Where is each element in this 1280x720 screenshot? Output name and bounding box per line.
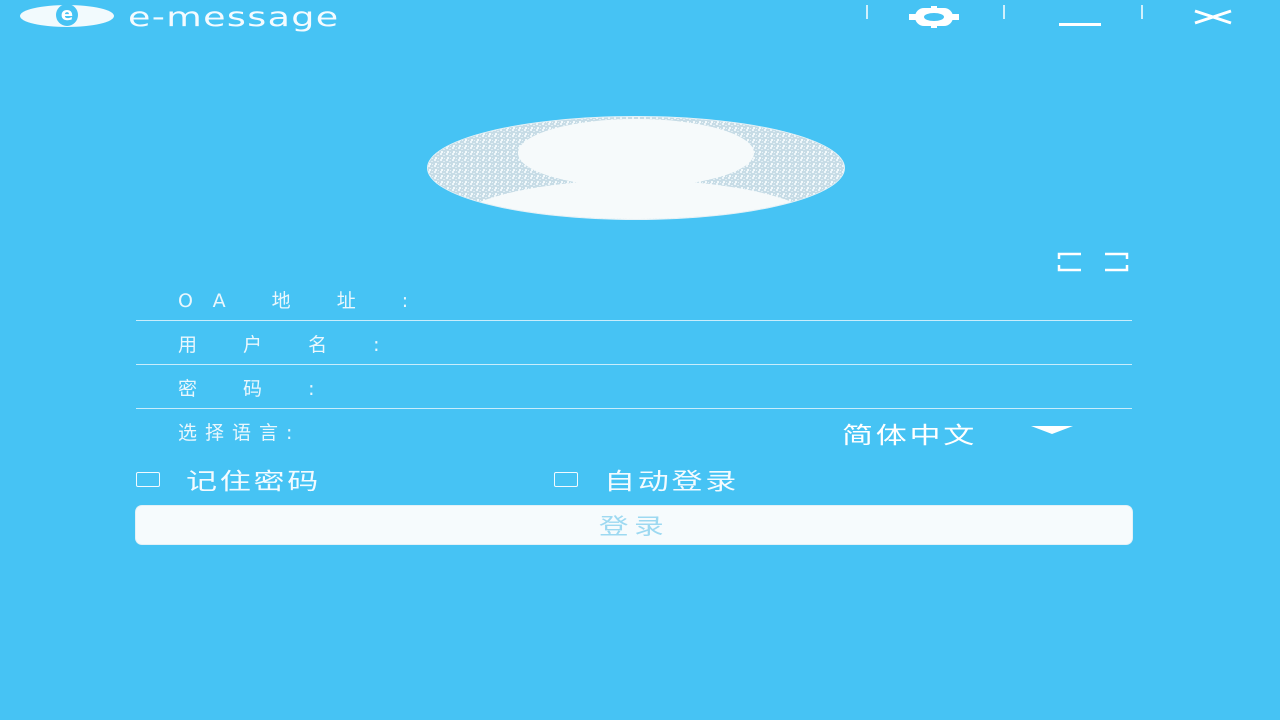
settings-button[interactable] [898,2,970,32]
logo-letter: e [56,4,78,26]
login-window: e e-message OA 地 址: 用 户 名: 密 码: 选择语言:… [0,0,1280,720]
password-input[interactable] [486,370,1090,402]
language-selected-value: 简体中文 [842,423,977,449]
username-row: 用 户 名 : [136,320,1132,365]
expand-icon [1057,252,1129,272]
oa-address-label: OA 地 址 : [178,290,429,312]
oa-address-row: OA 地 址 : [136,276,1132,321]
app-title: e-message [128,2,340,33]
minimize-button[interactable] [1052,2,1108,32]
close-icon [1194,9,1232,25]
minimize-icon [1059,23,1101,26]
title-bar[interactable]: e e-message [0,0,1280,36]
username-label: 用 户 名 : [178,334,400,356]
remember-password-option[interactable]: 记住密码 [136,466,318,495]
login-button[interactable]: 登录 [136,506,1132,544]
remember-password-checkbox[interactable] [136,471,160,487]
language-label: 选择语言: [178,422,301,444]
expand-button[interactable] [1057,252,1129,272]
password-label: 密 码 : [178,378,335,400]
gear-icon [909,6,959,28]
title-bar-separator [1141,5,1143,19]
user-silhouette-icon [428,117,844,219]
auto-login-label: 自动登录 [604,469,739,495]
title-bar-separator [866,5,868,19]
app-logo-icon: e [20,4,114,27]
auto-login-checkbox[interactable] [554,471,578,487]
login-button-label: 登录 [598,515,670,540]
remember-password-label: 记住密码 [186,469,321,495]
chevron-down-icon[interactable] [1031,426,1073,434]
username-input[interactable] [486,326,1090,358]
password-row: 密 码 : [136,364,1132,409]
auto-login-option[interactable]: 自动登录 [554,466,736,495]
title-bar-separator [1003,5,1005,19]
language-row: 选择语言: 简体中文 [136,408,1132,452]
user-avatar [428,117,844,219]
close-button[interactable] [1186,2,1240,32]
oa-address-input[interactable] [486,282,1090,314]
language-select[interactable]: 简体中文 [486,410,1086,449]
